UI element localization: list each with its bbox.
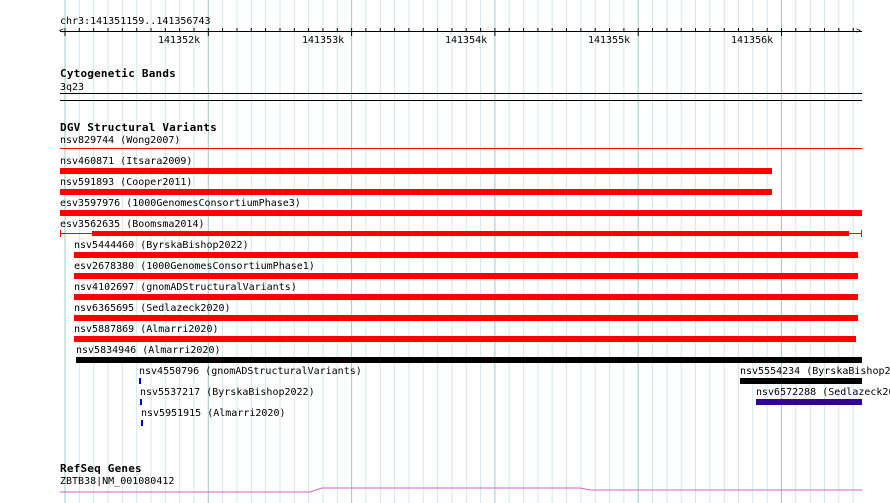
sv-feature-bar[interactable] [76, 357, 862, 363]
sv-feature-bar[interactable] [60, 168, 772, 174]
refseq-gene-polyline[interactable] [60, 487, 862, 493]
sv-label[interactable]: nsv5444460 (ByrskaBishop2022) [74, 240, 249, 251]
sv-feature-bar[interactable] [74, 294, 858, 300]
sv-label[interactable]: esv2678380 (1000GenomesConsortiumPhase1) [74, 261, 315, 272]
ruler-tick-label: 141355k [588, 35, 631, 46]
sv-feature-bar[interactable] [756, 399, 862, 405]
sv-feature-bar[interactable] [140, 399, 142, 405]
sv-feature-line[interactable] [60, 148, 862, 149]
sv-feature-bar[interactable] [60, 189, 772, 195]
sv-label[interactable]: nsv6365695 (Sedlazeck2020) [74, 303, 231, 314]
sv-label[interactable]: nsv460871 (Itsara2009) [60, 156, 192, 167]
refseq-track-title[interactable]: RefSeq Genes [60, 463, 142, 475]
ruler-right-arrow: > [856, 26, 861, 35]
ruler-location: chr3:141351159..141356743 [60, 16, 211, 27]
ruler-tick-label: 141352k [158, 35, 201, 46]
cytoband-line-top[interactable] [60, 93, 862, 94]
sv-label[interactable]: nsv5537217 (ByrskaBishop2022) [140, 387, 315, 398]
cytoband-label: 3q23 [60, 82, 85, 93]
sv-label[interactable]: nsv4550796 (gnomADStructuralVariants) [139, 366, 362, 377]
sv-feature-bar[interactable] [74, 315, 858, 321]
sv-feature-bar[interactable] [141, 420, 143, 426]
sv-label[interactable]: nsv5887869 (Almarri2020) [74, 324, 219, 335]
ruler-left-arrow: < [59, 26, 64, 35]
sv-label[interactable]: nsv591893 (Cooper2011) [60, 177, 192, 188]
sv-label[interactable]: nsv6572288 (Sedlazeck20 [756, 387, 890, 398]
sv-label[interactable]: esv3597976 (1000GenomesConsortiumPhase3) [60, 198, 301, 209]
sv-feature-left-cap [60, 230, 61, 237]
sv-feature-bar[interactable] [139, 378, 141, 384]
cytoband-track-title[interactable]: Cytogenetic Bands [60, 68, 176, 80]
sv-feature-bar[interactable] [92, 231, 849, 236]
refseq-gene-line[interactable] [60, 484, 862, 494]
sv-label[interactable]: esv3562635 (Boomsma2014) [60, 219, 205, 230]
sv-feature-right-cap [861, 230, 862, 237]
sv-feature-bar[interactable] [74, 252, 858, 258]
sv-label[interactable]: nsv5834946 (Almarri2020) [76, 345, 221, 356]
sv-label[interactable]: nsv5951915 (Almarri2020) [141, 408, 286, 419]
ruler-tick-label: 141356k [731, 35, 774, 46]
ruler-line[interactable] [60, 31, 862, 32]
ruler-tick-label: 141353k [302, 35, 345, 46]
sv-feature-bar[interactable] [60, 210, 862, 216]
sv-label[interactable]: nsv4102697 (gnomADStructuralVariants) [74, 282, 297, 293]
sv-feature-bar[interactable] [740, 378, 862, 384]
cytoband-line-bottom[interactable] [60, 100, 862, 101]
ruler-tick-label: 141354k [445, 35, 488, 46]
sv-feature-bar[interactable] [74, 273, 858, 279]
sv-label[interactable]: nsv829744 (Wong2007) [60, 135, 180, 146]
sv-feature-bar[interactable] [74, 336, 856, 342]
sv-label[interactable]: nsv5554234 (ByrskaBishop2 [740, 366, 890, 377]
dgv-track-title[interactable]: DGV Structural Variants [60, 122, 217, 134]
